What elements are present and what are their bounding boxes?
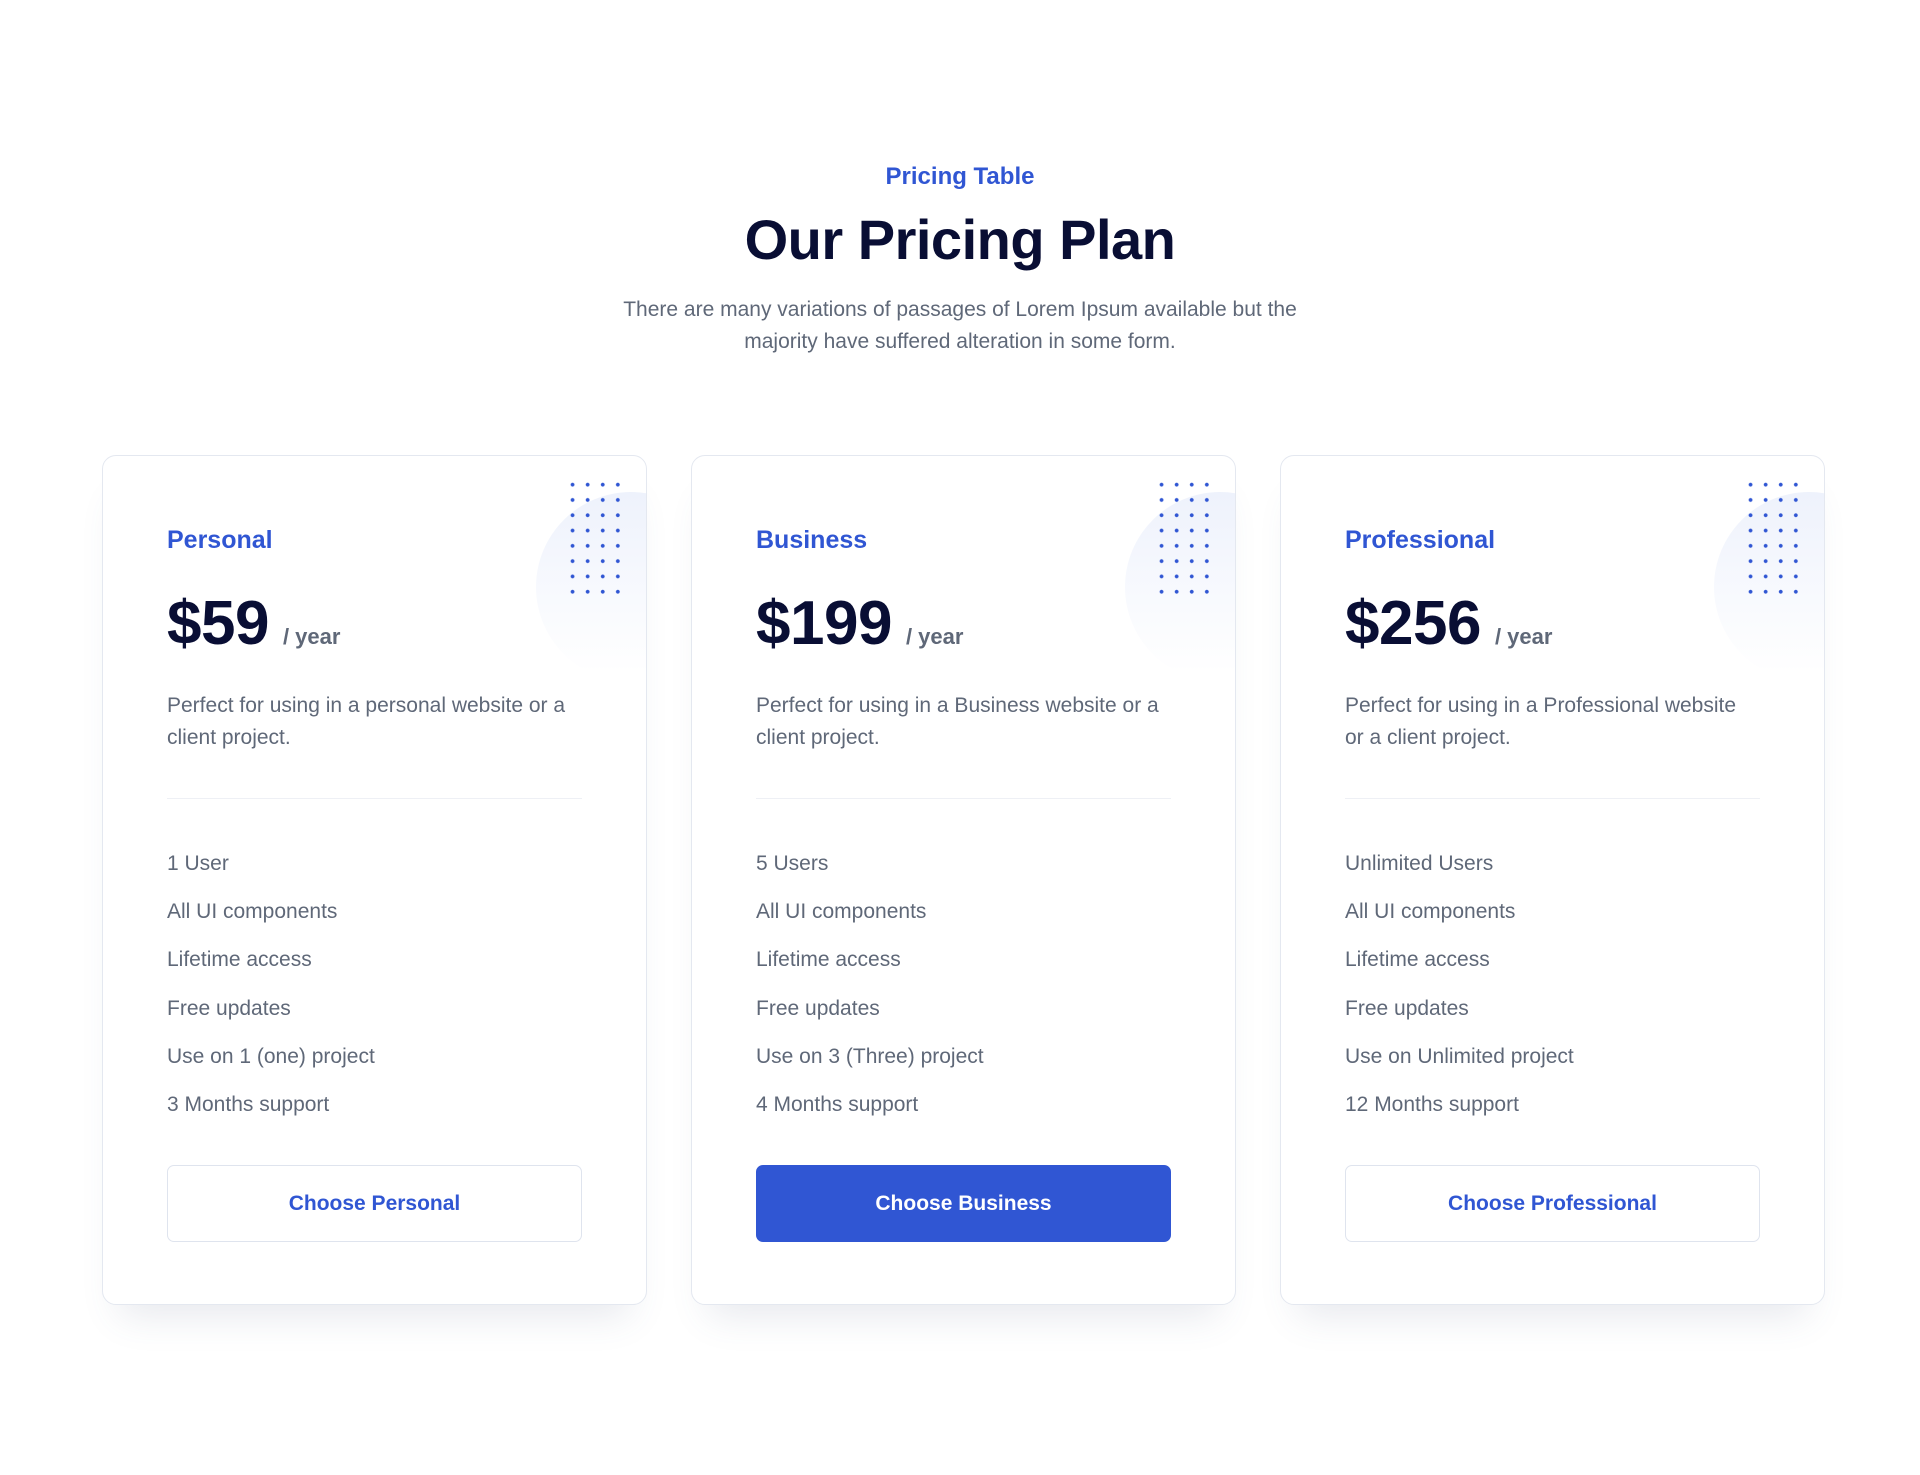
section-eyebrow: Pricing Table — [885, 163, 1035, 190]
feature-item: 3 Months support — [167, 1092, 330, 1116]
plan-name: Professional — [1345, 526, 1496, 554]
plan-period: / year — [1494, 624, 1553, 649]
section-description: There are many variations of passages of… — [623, 298, 1297, 353]
pricing-cards: Personal $59 / year Perfect for using in… — [102, 455, 1825, 1305]
price-row: $256 / year — [1345, 586, 1552, 662]
plan-description: Perfect for using in a personal website … — [167, 694, 566, 749]
plan-price: $199 — [756, 589, 892, 658]
feature-list: 5 Users All UI components Lifetime acces… — [756, 848, 984, 1137]
divider — [167, 798, 582, 799]
divider — [1345, 798, 1760, 799]
plan-description: Perfect for using in a Business website … — [756, 694, 1159, 749]
plan-name: Personal — [167, 526, 273, 554]
pricing-card-personal: Personal $59 / year Perfect for using in… — [102, 455, 647, 1305]
plan-description: Perfect for using in a Professional webs… — [1345, 694, 1737, 749]
feature-list: Unlimited Users All UI components Lifeti… — [1345, 848, 1574, 1137]
section-title: Our Pricing Plan — [744, 208, 1176, 271]
feature-item: Use on Unlimited project — [1345, 1044, 1574, 1068]
feature-item: Lifetime access — [167, 948, 312, 972]
feature-list: 1 User All UI components Lifetime access… — [167, 848, 375, 1137]
choose-business-button[interactable]: Choose Business — [756, 1165, 1171, 1242]
feature-item: Use on 3 (Three) project — [756, 1044, 984, 1068]
divider — [756, 798, 1171, 799]
plan-period: / year — [282, 624, 341, 649]
feature-item: 1 User — [167, 852, 229, 875]
choose-professional-button[interactable]: Choose Professional — [1345, 1165, 1760, 1242]
feature-item: Free updates — [167, 996, 291, 1020]
choose-personal-button[interactable]: Choose Personal — [167, 1165, 582, 1242]
plan-price: $59 — [167, 589, 269, 658]
feature-item: 12 Months support — [1345, 1092, 1519, 1116]
pricing-card-business: Business $199 / year Perfect for using i… — [691, 455, 1236, 1305]
pricing-card-professional: Professional $256 / year Perfect for usi… — [1280, 455, 1825, 1305]
feature-item: All UI components — [167, 900, 338, 924]
feature-item: All UI components — [756, 900, 927, 924]
price-row: $59 / year — [167, 586, 340, 662]
feature-item: Unlimited Users — [1345, 852, 1494, 875]
feature-item: Lifetime access — [1345, 948, 1490, 972]
plan-period: / year — [905, 624, 964, 649]
feature-item: Free updates — [1345, 996, 1469, 1020]
feature-item: All UI components — [1345, 900, 1516, 924]
feature-item: Lifetime access — [756, 948, 901, 972]
plan-price: $256 — [1345, 589, 1481, 658]
section-header: Pricing Table Our Pricing Plan There are… — [0, 162, 1920, 358]
feature-item: Free updates — [756, 996, 880, 1020]
feature-item: 5 Users — [756, 852, 829, 875]
feature-item: Use on 1 (one) project — [167, 1044, 375, 1068]
plan-name: Business — [756, 526, 868, 554]
price-row: $199 / year — [756, 586, 963, 662]
feature-item: 4 Months support — [756, 1092, 919, 1116]
pricing-page: Pricing Table Our Pricing Plan There are… — [0, 0, 1920, 1475]
